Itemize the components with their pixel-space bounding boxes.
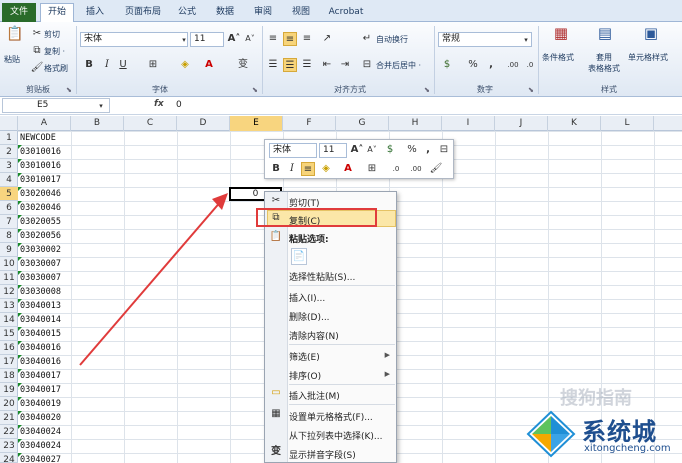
menu-separator	[289, 384, 395, 385]
menu-item-filter[interactable]: 筛选(E)	[289, 350, 320, 363]
mini-italic-icon[interactable]: I	[285, 162, 299, 176]
grow-font-icon[interactable]: A˄	[350, 143, 364, 157]
menu-separator	[289, 404, 395, 405]
paste-icon: 📋	[269, 231, 283, 242]
menu-item-paste-special[interactable]: 选择性粘贴(S)...	[289, 270, 355, 283]
comment-icon: ▭	[271, 387, 281, 398]
paste-options-label: 粘贴选项:	[289, 235, 329, 245]
mini-font-select[interactable]: 宋体	[269, 143, 317, 158]
watermark-url: xitongcheng.com	[584, 443, 671, 454]
menu-item-insert-comment[interactable]: 插入批注(M)	[289, 389, 340, 402]
context-menu: ✂ 剪切(T) ⧉ 复制(C) 📋 粘贴选项: 📄 选择性粘贴(S)... 插入…	[264, 191, 397, 463]
menu-item-clear[interactable]: 清除内容(N)	[289, 329, 339, 342]
shrink-font-icon[interactable]: A˅	[365, 143, 379, 157]
merge-center-icon[interactable]: ⊟	[437, 143, 451, 157]
menu-separator	[289, 344, 395, 345]
mini-font-color-icon[interactable]: A	[341, 162, 355, 176]
paste-option-icon[interactable]: 📄	[291, 248, 307, 265]
menu-item-delete[interactable]: 删除(D)...	[289, 310, 330, 323]
watermark-faint-text: 搜狗指南	[560, 388, 632, 409]
submenu-arrow-icon: ▶	[384, 370, 390, 378]
increase-decimal-icon[interactable]: .0	[389, 162, 403, 176]
percent-icon[interactable]: %	[405, 143, 419, 157]
mini-toolbar: 宋体 11 A˄ A˅ $ % , ⊟ B I ≡ ◈ A ⊞ .0 .00 🖌	[264, 139, 454, 179]
menu-item-show-phonetic[interactable]: 显示拼音字段(S)	[289, 448, 356, 461]
brand-logo-icon	[526, 410, 576, 458]
mini-borders-icon[interactable]: ⊞	[365, 162, 379, 176]
menu-item-sort[interactable]: 排序(O)	[289, 369, 321, 382]
comma-icon[interactable]: ,	[421, 143, 435, 157]
highlight-box	[256, 208, 377, 227]
format-cells-icon: ▦	[271, 408, 281, 419]
phonetic-icon: 变	[271, 446, 281, 457]
scissors-icon: ✂	[271, 195, 281, 206]
menu-item-format-cells[interactable]: 设置单元格格式(F)...	[289, 410, 373, 423]
submenu-arrow-icon: ▶	[384, 351, 390, 359]
mini-center-icon[interactable]: ≡	[301, 162, 315, 176]
watermark-brand: 系统城	[582, 418, 657, 446]
decrease-decimal-icon[interactable]: .00	[409, 162, 423, 176]
mini-size-select[interactable]: 11	[319, 143, 347, 158]
menu-item-pick-from-list[interactable]: 从下拉列表中选择(K)...	[289, 429, 383, 442]
currency-icon[interactable]: $	[383, 143, 397, 157]
format-painter-icon[interactable]: 🖌	[429, 162, 443, 176]
menu-separator	[289, 285, 395, 286]
mini-bold-icon[interactable]: B	[269, 162, 283, 176]
mini-fill-color-icon[interactable]: ◈	[319, 162, 333, 176]
menu-item-insert[interactable]: 插入(I)...	[289, 291, 325, 304]
